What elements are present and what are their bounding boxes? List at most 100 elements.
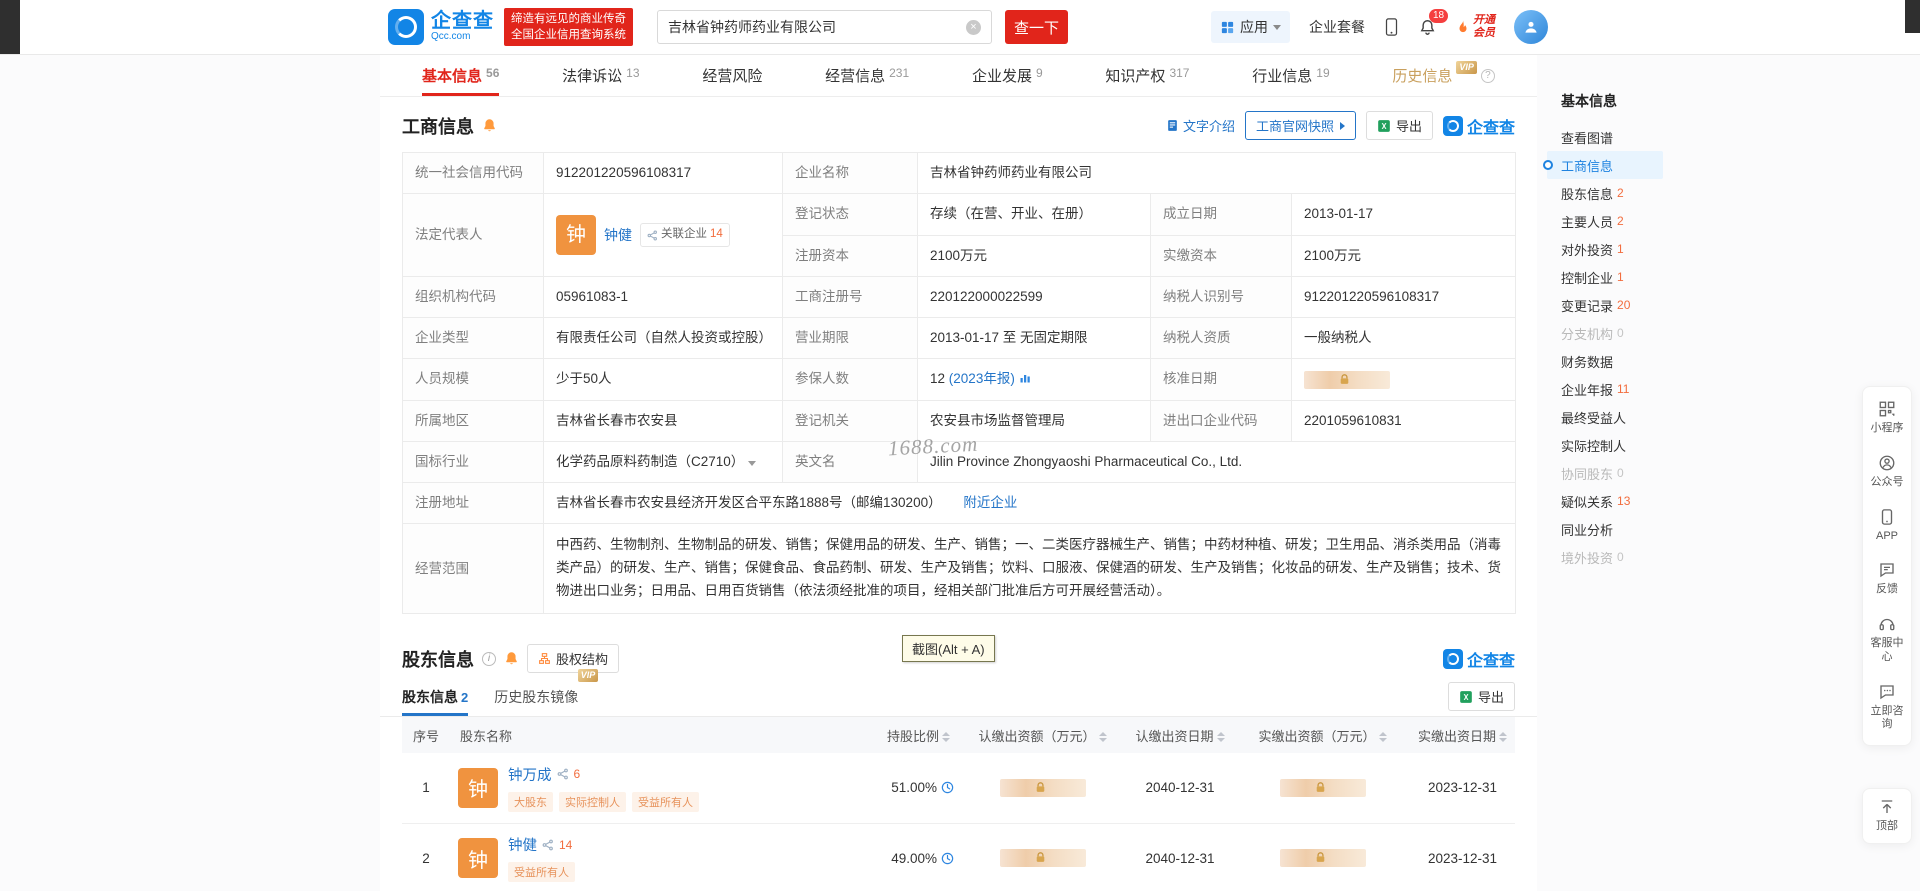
- locked-value[interactable]: [999, 778, 1086, 797]
- nav-item-investments[interactable]: 对外投资 1: [1547, 235, 1663, 263]
- feedback-icon: [1880, 563, 1894, 578]
- nav-item-suspected-relations[interactable]: 疑似关系 13: [1547, 487, 1663, 515]
- tab-history[interactable]: 历史信息 VIP ?: [1392, 55, 1495, 96]
- main-tabbar: 基本信息 56 法律诉讼 13 经营风险 经营信息 231 企业发展 9 知识产权 317…: [380, 55, 1537, 97]
- nav-item-actual-controller[interactable]: 实际控制人: [1547, 431, 1663, 459]
- vip-badge: VIP: [1456, 61, 1477, 74]
- consult-now-button[interactable]: 立即咨询: [1863, 674, 1911, 742]
- equity-structure-button[interactable]: 股权结构: [527, 644, 620, 674]
- industry-cell: 化学药品原料药制造（C2710）: [543, 440, 783, 484]
- trend-chart-icon[interactable]: [1019, 372, 1031, 384]
- user-avatar[interactable]: [1514, 10, 1548, 44]
- nav-item-co-shareholders[interactable]: 协同股东 0: [1547, 459, 1663, 487]
- nav-item-shareholders[interactable]: 股东信息 2: [1547, 179, 1663, 207]
- col-paid-amount[interactable]: 实缴出资额（万元）: [1235, 717, 1410, 754]
- nav-item-peer-analysis[interactable]: 同业分析: [1547, 515, 1663, 543]
- nearby-companies-link[interactable]: 附近企业: [963, 495, 1017, 510]
- cell-paid-amount: [1235, 823, 1410, 891]
- mini-program-button[interactable]: 小程序: [1863, 391, 1911, 445]
- field-value: 912201220596108317: [1290, 275, 1517, 319]
- annual-report-link[interactable]: (2023年报): [949, 371, 1015, 386]
- field-value: 农安县市场监督管理局: [917, 399, 1151, 442]
- package-link[interactable]: 企业套餐: [1309, 17, 1365, 37]
- nav-item-financials[interactable]: 财务数据: [1547, 347, 1663, 375]
- subscribe-bell-icon[interactable]: [482, 118, 497, 133]
- field-label: 所属地区: [402, 399, 544, 442]
- cell-subscribed-date: 2040-12-31: [1125, 753, 1235, 824]
- clear-search-icon[interactable]: ×: [966, 19, 981, 35]
- tab-history-shareholders[interactable]: 历史股东镜像 VIP: [494, 669, 599, 716]
- tab-ip[interactable]: 知识产权 317: [1105, 55, 1189, 96]
- official-account-button[interactable]: 公众号: [1863, 445, 1911, 499]
- open-vip-button[interactable]: 开通 会员: [1456, 14, 1495, 39]
- locked-value[interactable]: [1279, 778, 1366, 797]
- nav-item-branches[interactable]: 分支机构 0: [1547, 319, 1663, 347]
- field-value: 有限责任公司（自然人投资或控股）: [543, 316, 783, 360]
- search-button[interactable]: 查一下: [1005, 10, 1068, 44]
- official-snapshot-button[interactable]: 工商官网快照: [1244, 111, 1356, 140]
- search-input[interactable]: [668, 19, 966, 35]
- col-subscribed-date[interactable]: 认缴出资日期: [1125, 717, 1235, 754]
- shareholder-avatar: 钟: [458, 838, 498, 879]
- locked-value[interactable]: [1304, 370, 1390, 389]
- field-value: 220122000022599: [917, 275, 1151, 319]
- tab-count: 231: [889, 65, 910, 80]
- legal-rep-link[interactable]: 钟健: [604, 225, 632, 246]
- locked-value[interactable]: [999, 849, 1086, 868]
- locked-value[interactable]: [1279, 849, 1366, 868]
- chevron-down-icon[interactable]: [748, 460, 757, 466]
- shareholder-link[interactable]: 钟健: [508, 834, 537, 855]
- qcc-logo[interactable]: 企查查 Qcc.com 缔造有远见的商业传奇 全国企业信用查询系统: [388, 7, 633, 47]
- tab-development[interactable]: 企业发展 9: [972, 55, 1043, 96]
- text-intro-link[interactable]: 文字介绍: [1166, 116, 1235, 135]
- nav-item-graph[interactable]: 查看图谱: [1547, 123, 1663, 151]
- related-icon[interactable]: [542, 839, 554, 851]
- qcc-watermark-logo: 企查查: [1442, 114, 1515, 138]
- notifications-button[interactable]: 18: [1418, 8, 1449, 37]
- export-button[interactable]: 导出: [1365, 111, 1433, 140]
- col-subscribed-amount[interactable]: 认缴出资额（万元）: [960, 717, 1125, 754]
- lock-icon: [1316, 781, 1324, 792]
- shareholders-table: 序号 股东名称 持股比例 认缴出资额（万元） 认缴出资日期 实缴出资额（万元） …: [402, 717, 1515, 891]
- subscribe-bell-icon[interactable]: [504, 651, 519, 666]
- tab-industry[interactable]: 行业信息 19: [1252, 55, 1329, 96]
- lock-icon: [1036, 852, 1044, 862]
- tab-count: 56: [486, 65, 500, 80]
- nav-item-key-people[interactable]: 主要人员 2: [1547, 207, 1663, 235]
- nav-item-beneficiaries[interactable]: 最终受益人: [1547, 403, 1663, 431]
- field-label: 核准日期: [1150, 358, 1292, 401]
- clock-icon[interactable]: [941, 781, 954, 794]
- tab-risk[interactable]: 经营风险: [702, 55, 762, 96]
- cell-subscribed-amount: [960, 823, 1125, 891]
- support-center-button[interactable]: 客服中心: [1863, 606, 1911, 674]
- field-label: 组织机构代码: [402, 275, 544, 319]
- related-icon[interactable]: [557, 768, 569, 780]
- shareholder-link[interactable]: 钟万成: [508, 764, 552, 785]
- apps-label: 应用: [1240, 19, 1268, 35]
- export-shareholders-button[interactable]: 导出: [1447, 682, 1515, 712]
- mobile-app-button[interactable]: [1384, 17, 1399, 37]
- tab-basic-info[interactable]: 基本信息 56: [422, 55, 500, 96]
- nav-item-business-info[interactable]: 工商信息: [1543, 151, 1663, 179]
- cell-shareholder: 钟 钟健 14 受益所有人: [450, 823, 850, 891]
- related-companies-badge[interactable]: 关联企业 14: [640, 223, 730, 247]
- field-label: 注册资本: [782, 234, 918, 277]
- shareholder-tag: 大股东: [508, 791, 553, 812]
- apps-menu[interactable]: 应用: [1211, 11, 1290, 43]
- col-ratio[interactable]: 持股比例: [850, 717, 960, 754]
- lock-icon: [1036, 781, 1044, 792]
- clock-icon[interactable]: [941, 852, 954, 865]
- nav-item-annual-reports[interactable]: 企业年报 11: [1547, 375, 1663, 403]
- nav-item-changes[interactable]: 变更记录 20: [1547, 291, 1663, 319]
- tab-operation[interactable]: 经营信息 231: [825, 55, 909, 96]
- back-to-top-button[interactable]: 顶部: [1863, 789, 1911, 843]
- qcc-watermark-logo: 企查查: [1442, 647, 1515, 671]
- nav-item-overseas[interactable]: 境外投资 0: [1547, 543, 1663, 571]
- tab-current-shareholders[interactable]: 股东信息 2: [402, 687, 469, 717]
- nav-item-controlled[interactable]: 控制企业 1: [1547, 263, 1663, 291]
- screen-edge-right: [1905, 0, 1920, 33]
- col-paid-date[interactable]: 实缴出资日期: [1410, 717, 1515, 754]
- app-download-button[interactable]: APP: [1863, 499, 1911, 553]
- feedback-button[interactable]: 反馈: [1863, 552, 1911, 606]
- tab-legal[interactable]: 法律诉讼 13: [562, 55, 639, 96]
